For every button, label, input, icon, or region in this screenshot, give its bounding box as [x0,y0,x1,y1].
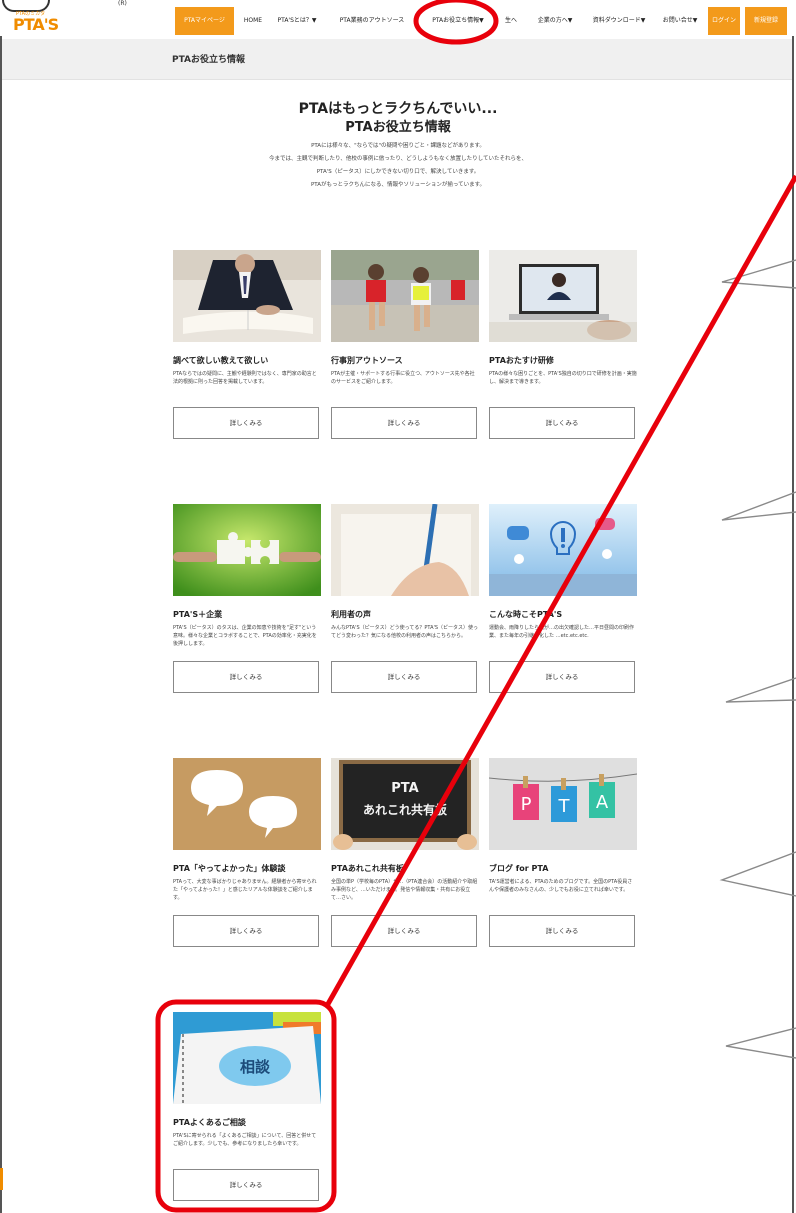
card-more-button[interactable]: 詳しくみる [331,915,477,947]
orange-edge-marker [0,1168,3,1190]
card-description: 運動会、雨降りしたら我が…の出欠確認した…平日昼間の印刷作業、また毎年の引継ぎ化… [489,625,635,639]
callout-lines [719,259,796,1059]
chalkboard-image[interactable]: PTA あれこれ共有板 [331,758,479,850]
nav-company[interactable]: 企業の方へ▼ [532,12,578,30]
card-more-button[interactable]: 詳しくみる [331,407,477,439]
hero-title-line1: PTAはもっとラクちんでいい... [298,101,498,117]
nav-pta-info[interactable]: PTAお役立ち情報▼ [425,12,491,30]
consultation-notebook-image[interactable]: 相談 [173,1012,321,1104]
card-title: ブログ for PTA [489,864,549,873]
hero-text: PTA'S（ピータス）にしかできない切り口で、解決していきます。 [316,169,480,175]
card-title: 利用者の声 [331,610,371,619]
card-title: PTAよくあるご相談 [173,1118,246,1127]
card-more-button[interactable]: 詳しくみる [173,915,319,947]
chalkboard-board-text: あれこれ共有板 [363,802,448,817]
card-title: 行事別アウトソース [331,356,403,365]
nav-outsource[interactable]: PTA業務のアウトソース [333,12,411,30]
hero-text: PTAがもっとラクちんになる、情報やソリューションが揃っています。 [310,182,486,188]
puzzle-pieces-image[interactable] [173,504,321,596]
card-more-button[interactable]: 詳しくみる [173,661,319,693]
card-description: PTAならではの疑問に、主観や経験則ではなく、専門家の助言と法的根拠に則った回答… [173,371,317,385]
chalkboard-pta-text: PTA [391,781,418,796]
card-description: PTAが主催・サポートする行事に役立つ、アウトソース先や各社のサービスをご紹介し… [331,371,475,385]
card-title: PTAおたすけ研修 [489,356,554,365]
hero-title-line2: PTAお役立ち情報 [345,120,451,135]
nav-contact[interactable]: お問い合せ▼ [660,12,700,30]
site-logo[interactable]: PTAのミカタ PTA'S [13,10,59,34]
card-more-button[interactable]: 詳しくみる [489,661,635,693]
card-description: 全国の単P（学校毎のPTA）や…（PTA連合会）の活動紹介や取組み事例など、…い… [331,879,478,901]
card-letter-a: A [596,792,609,813]
lawyer-book-image[interactable] [173,250,321,342]
online-meeting-image[interactable] [489,250,637,342]
register-button[interactable]: 新規登録 [745,7,787,35]
card-more-button[interactable]: 詳しくみる [489,407,635,439]
consult-bubble-text: 相談 [240,1058,271,1076]
page-title: PTAお役立ち情報 [172,55,246,65]
card-more-button[interactable]: 詳しくみる [173,1169,319,1201]
nav-about[interactable]: PTA'Sとは？▼ [273,12,321,30]
writing-hand-image[interactable] [331,504,479,596]
card-title: 調べて欲しい教えて欲しい [173,356,269,365]
card-title: PTA'S＋企業 [173,610,223,619]
card-title: PTAあれこれ共有板 [331,864,404,873]
login-button[interactable]: ログイン [708,7,740,35]
card-letter-t: T [558,796,571,817]
card-more-button[interactable]: 詳しくみる [331,661,477,693]
card-more-button[interactable]: 詳しくみる [489,915,635,947]
card-title: PTA「やってよかった」体験談 [173,864,286,873]
card-description: みんなPTA'S（ピータス）どう使ってる？PTA'S（ピータス）使ってどう変わっ… [331,625,479,639]
card-title: こんな時こそPTA'S [489,610,563,619]
lightbulb-network-image[interactable] [489,504,637,596]
logo-wordmark: PTA'S [13,15,59,34]
speech-bubbles-corkboard-image[interactable] [173,758,321,850]
card-description: TA'S運営者による、PTAのためのブログです。全国のPTA役員さんや保護者のみ… [489,879,633,893]
nav-mypage-button[interactable]: PTAマイページ [175,7,234,35]
nav-download[interactable]: 資料ダウンロード▼ [587,12,651,30]
hero-text: PTAには様々な、"ならでは"の疑問や困りごと・課題などがあります。 [311,143,485,149]
card-description: PTAって、大変な事ばかりじゃありません。経験者から寄せられた「やってよかった！… [173,879,317,901]
card-description: PTA'Sに寄せられる「よくあるご相談」について、回答と併せてご紹介します。少し… [173,1133,317,1147]
sports-day-relay-image[interactable] [331,250,479,342]
nav-home[interactable]: HOME [240,12,266,30]
card-description: PTAの様々な困りごとを、PTA'S独自の切り口で研修を計画・実施し、解決まで導… [489,371,637,385]
card-letter-p: P [521,794,532,815]
pta-letter-cards-image[interactable]: P T A [489,758,637,850]
hero-text: 今までは、主観で判断したり、他校の事例に倣ったり、どうしようもなく放置したりして… [269,156,527,162]
registered-mark: (R) [118,0,127,7]
card-more-button[interactable]: 詳しくみる [173,407,319,439]
site-header: PTAのミカタ PTA'S (R) PTAマイページ HOME PTA'Sとは？… [0,0,796,36]
card-description: PTA'S（ピータス）のタスは、企業の知恵や技術を"足す"という意味。様々な企業… [173,625,317,647]
nav-partial-item[interactable]: 生へ [503,12,519,30]
page-title-bar: PTAお役立ち情報 [2,39,792,80]
